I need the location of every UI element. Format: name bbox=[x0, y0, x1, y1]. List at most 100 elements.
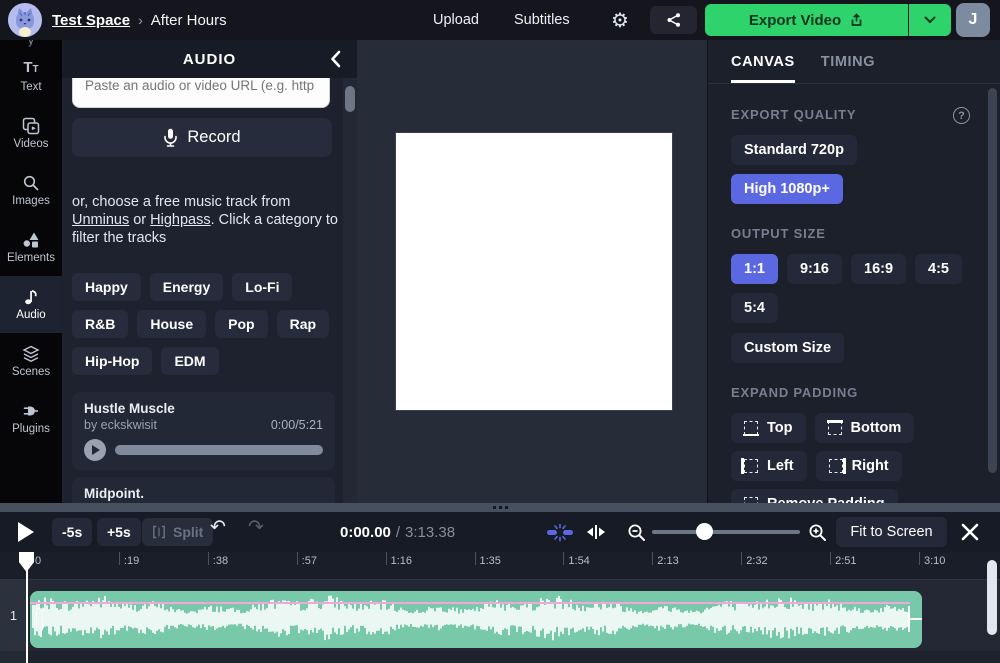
expand-clip-button[interactable] bbox=[583, 518, 609, 546]
category-chip-hiphop[interactable]: Hip-Hop bbox=[72, 347, 153, 375]
ruler-label: 0 bbox=[35, 555, 42, 567]
ruler-tick bbox=[207, 552, 209, 565]
clip-trim-handle[interactable] bbox=[36, 608, 43, 632]
sidebar-item-scenes[interactable]: Scenes bbox=[0, 333, 62, 390]
category-chip-house[interactable]: House bbox=[137, 310, 207, 338]
user-avatar[interactable]: J bbox=[956, 3, 990, 37]
volume-line[interactable] bbox=[30, 602, 910, 604]
record-button[interactable]: Record bbox=[72, 118, 332, 157]
zoom-out-icon bbox=[628, 524, 645, 541]
padding-bottom-button[interactable]: Bottom bbox=[814, 413, 915, 443]
right-panel-scrollbar-thumb[interactable] bbox=[988, 88, 997, 473]
size-16-9-button[interactable]: 16:9 bbox=[851, 254, 907, 284]
share-button[interactable] bbox=[650, 6, 697, 34]
ruler-tick bbox=[830, 552, 832, 565]
quality-standard-button[interactable]: Standard 720p bbox=[731, 135, 857, 165]
music-note-icon bbox=[25, 290, 37, 305]
category-chips: Happy Energy Lo-Fi R&B House Pop Rap Hip… bbox=[72, 273, 344, 375]
workspace-logo-avatar[interactable] bbox=[8, 3, 42, 37]
audio-clip[interactable] bbox=[30, 591, 922, 648]
sidebar-item-label: Audio bbox=[16, 309, 46, 321]
export-video-button[interactable]: Export Video bbox=[705, 4, 909, 36]
size-4-5-button[interactable]: 4:5 bbox=[915, 254, 962, 284]
music-track-card[interactable]: Hustle Muscle by eckskwisit 0:00/5:21 bbox=[72, 392, 335, 470]
sidebar-item-images[interactable]: Images bbox=[0, 162, 62, 219]
ruler-label: :19 bbox=[123, 555, 140, 567]
play-icon bbox=[92, 445, 100, 455]
tab-timing[interactable]: TIMING bbox=[821, 54, 875, 83]
workspace-link[interactable]: Test Space bbox=[52, 12, 130, 29]
padding-left-button[interactable]: Left bbox=[731, 451, 807, 481]
timeline-resize-handle[interactable] bbox=[0, 503, 1000, 512]
category-chip-edm[interactable]: EDM bbox=[161, 347, 219, 375]
timeline-ruler[interactable]: 0:19:38:57 1:16 1:35 1:54 2:13 2:32 2:51 3:10 bbox=[0, 552, 1000, 580]
category-chip-lofi[interactable]: Lo-Fi bbox=[232, 273, 293, 301]
sidebar-item-elements[interactable]: Elements bbox=[0, 219, 62, 276]
settings-gear-icon[interactable]: ⚙ bbox=[611, 0, 629, 40]
padding-bottom-label: Bottom bbox=[850, 420, 902, 436]
category-chip-pop[interactable]: Pop bbox=[215, 310, 268, 338]
collapse-panel-button[interactable] bbox=[325, 49, 345, 69]
timeline-zoom-slider[interactable] bbox=[652, 523, 800, 540]
audio-url-input[interactable] bbox=[72, 78, 330, 108]
video-canvas[interactable] bbox=[396, 133, 672, 410]
sidebar-item-label: Scenes bbox=[11, 366, 51, 378]
unminus-link[interactable]: Unminus bbox=[72, 212, 129, 228]
canvas-workspace bbox=[357, 40, 707, 503]
skip-forward-button[interactable]: +5s bbox=[97, 518, 141, 546]
ruler-label: :57 bbox=[301, 555, 317, 567]
size-1-1-button[interactable]: 1:1 bbox=[731, 254, 778, 284]
highpass-link[interactable]: Highpass bbox=[150, 212, 210, 228]
padding-left-label: Left bbox=[767, 458, 794, 474]
project-title[interactable]: After Hours bbox=[151, 12, 227, 29]
fit-to-screen-button[interactable]: Fit to Screen bbox=[836, 517, 947, 547]
export-video-label: Export Video bbox=[748, 11, 842, 29]
export-options-dropdown[interactable] bbox=[909, 4, 951, 36]
sidebar-item-videos[interactable]: Videos bbox=[0, 105, 62, 162]
ruler-tick bbox=[741, 552, 743, 565]
padding-right-label: Right bbox=[851, 458, 889, 474]
size-9-16-button[interactable]: 9:16 bbox=[786, 254, 842, 284]
sidebar-item-audio[interactable]: Audio bbox=[0, 276, 62, 333]
ruler-label: :38 bbox=[212, 555, 229, 567]
current-time: 0:00.00 bbox=[340, 523, 391, 541]
custom-size-button[interactable]: Custom Size bbox=[731, 333, 845, 363]
redo-button[interactable]: ↷ bbox=[248, 516, 264, 539]
category-chip-energy[interactable]: Energy bbox=[149, 273, 224, 301]
undo-button[interactable]: ↶ bbox=[210, 516, 226, 539]
timeline: 0:19:38:57 1:16 1:35 1:54 2:13 2:32 2:51 3:10 1 bbox=[0, 550, 1000, 663]
padding-right-button[interactable]: Right bbox=[815, 451, 902, 481]
padding-top-button[interactable]: Top bbox=[731, 413, 806, 443]
remove-padding-button[interactable]: Remove Padding bbox=[731, 489, 898, 503]
audio-panel-scrollbar-thumb[interactable] bbox=[345, 86, 355, 112]
ruler-label: 1:16 bbox=[390, 555, 413, 567]
subtitles-button[interactable]: Subtitles bbox=[514, 0, 570, 40]
category-chip-rap[interactable]: Rap bbox=[276, 310, 330, 338]
shapes-icon bbox=[23, 232, 39, 248]
sidebar-item-text[interactable]: TT Text bbox=[0, 48, 62, 105]
quality-high-button[interactable]: High 1080p+ bbox=[731, 174, 843, 204]
clip-end-tick bbox=[908, 618, 922, 620]
ruler-tick bbox=[296, 552, 298, 565]
music-track-card[interactable]: Midpoint. by INGS 0:00/4:00 bbox=[72, 477, 335, 503]
close-timeline-button[interactable] bbox=[958, 520, 982, 544]
split-button[interactable]: Split bbox=[142, 518, 214, 546]
track-progress-bar[interactable] bbox=[115, 445, 323, 455]
zoom-slider-thumb[interactable] bbox=[696, 523, 713, 540]
skip-back-button[interactable]: -5s bbox=[52, 518, 93, 546]
tab-canvas[interactable]: CANVAS bbox=[731, 54, 795, 83]
play-button[interactable] bbox=[18, 522, 34, 542]
ruler-tick bbox=[474, 552, 476, 565]
chevron-down-icon bbox=[924, 16, 936, 24]
track-play-button[interactable] bbox=[84, 439, 106, 461]
upload-button[interactable]: Upload bbox=[433, 0, 479, 40]
category-chip-rnb[interactable]: R&B bbox=[72, 310, 129, 338]
snap-toggle-button[interactable] bbox=[545, 518, 575, 546]
size-5-4-button[interactable]: 5:4 bbox=[731, 293, 778, 323]
zoom-in-button[interactable] bbox=[805, 518, 829, 546]
zoom-out-button[interactable] bbox=[624, 518, 648, 546]
category-chip-happy[interactable]: Happy bbox=[72, 273, 141, 301]
expand-padding-heading: EXPAND PADDING bbox=[731, 385, 859, 400]
timeline-scrollbar-thumb[interactable] bbox=[987, 560, 997, 635]
sidebar-item-plugins[interactable]: Plugins bbox=[0, 390, 62, 447]
